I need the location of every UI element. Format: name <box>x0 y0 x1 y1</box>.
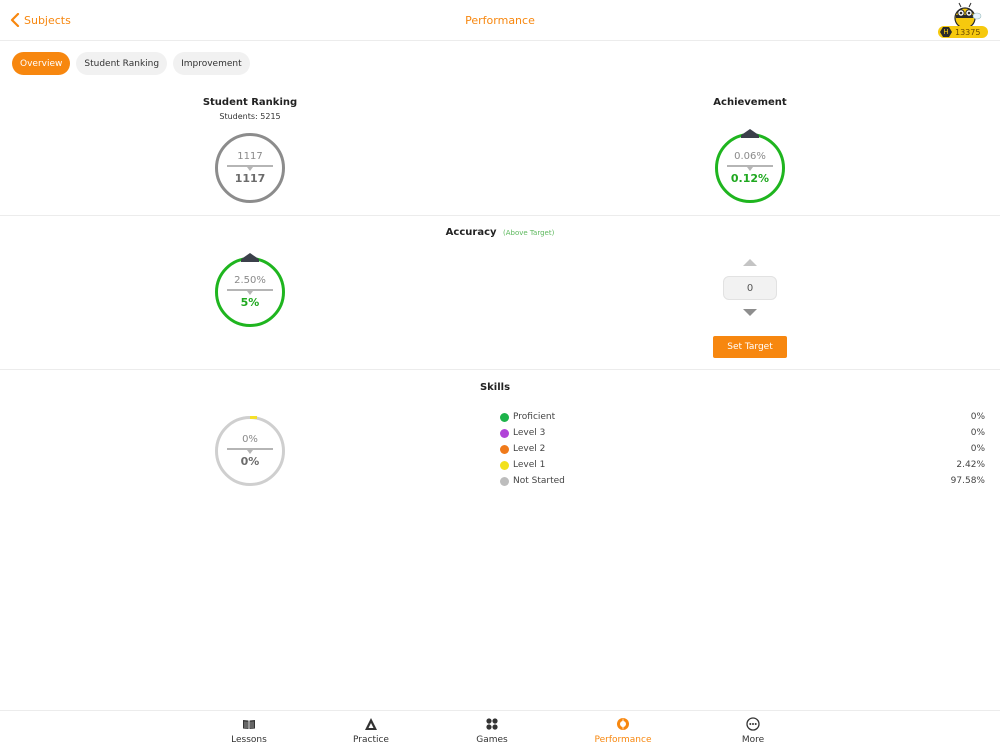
legend-item: Level 2 0% <box>500 441 985 457</box>
accuracy-gauge: 2.50% 5% <box>215 253 285 327</box>
coin-badge: H 13375 <box>938 26 988 38</box>
bottom-nav: Lessons Practice Games Performance More <box>0 710 1000 750</box>
legend-value: 2.42% <box>956 460 985 470</box>
level3-dot-icon <box>500 428 509 438</box>
legend-label: Level 3 <box>513 428 546 438</box>
level2-dot-icon <box>500 444 509 454</box>
nav-lessons[interactable]: Lessons <box>209 717 289 745</box>
more-icon <box>746 717 760 731</box>
accuracy-title: Accuracy <box>445 227 497 238</box>
legend-item: Level 3 0% <box>500 425 985 441</box>
tab-improvement[interactable]: Improvement <box>173 52 250 75</box>
ranking-students: Students: 5215 <box>219 112 281 121</box>
achievement-gauge: 0.06% 0.12% <box>715 129 785 203</box>
not-started-dot-icon <box>500 476 509 486</box>
ranking-gauge: 1117 1117 <box>215 133 285 203</box>
honeycomb-icon: H <box>940 27 952 37</box>
nav-performance[interactable]: Performance <box>583 717 663 745</box>
gauge-divider <box>727 165 773 171</box>
accuracy-previous: 2.50% <box>234 275 266 286</box>
gauge-divider <box>227 289 273 295</box>
nav-label: Lessons <box>231 735 267 745</box>
legend-value: 0% <box>970 444 985 454</box>
nav-label: Games <box>476 735 508 745</box>
section-divider <box>0 215 1000 216</box>
skills-gauge: 0% 0% <box>215 416 285 486</box>
games-icon <box>486 718 498 730</box>
accuracy-current: 5% <box>240 296 260 309</box>
ranking-title: Student Ranking <box>202 97 298 108</box>
page-title: Performance <box>465 14 535 27</box>
legend-value: 97.58% <box>950 476 985 486</box>
top-bar: Subjects Performance H 13375 <box>0 0 1000 41</box>
ranking-previous: 1117 <box>237 151 263 162</box>
accuracy-header: Accuracy (Above Target) <box>400 227 600 238</box>
increment-target-button[interactable] <box>743 259 757 266</box>
section-divider <box>0 369 1000 370</box>
book-icon <box>243 720 255 729</box>
skills-previous: 0% <box>242 434 258 445</box>
legend-label: Not Started <box>513 476 565 486</box>
skills-legend: Proficient 0% Level 3 0% Level 2 0% Leve… <box>500 409 985 489</box>
skills-title: Skills <box>479 382 511 393</box>
legend-item: Not Started 97.58% <box>500 473 985 489</box>
ranking-current: 1117 <box>234 172 266 185</box>
legend-value: 0% <box>970 412 985 422</box>
coin-count: 13375 <box>955 27 981 37</box>
tab-student-ranking[interactable]: Student Ranking <box>76 52 168 75</box>
trend-up-icon <box>241 253 259 262</box>
level1-arc <box>250 416 257 419</box>
proficient-dot-icon <box>500 412 509 422</box>
skills-current: 0% <box>240 455 260 468</box>
trend-up-icon <box>741 129 759 138</box>
gauge-divider <box>227 165 273 171</box>
nav-more[interactable]: More <box>713 717 793 745</box>
coin-balance[interactable]: H 13375 <box>938 2 992 40</box>
achievement-previous: 0.06% <box>734 151 766 162</box>
nav-label: Practice <box>353 735 389 745</box>
achievement-current: 0.12% <box>730 172 770 185</box>
set-target-button[interactable]: Set Target <box>713 336 787 358</box>
nav-practice[interactable]: Practice <box>331 717 411 745</box>
legend-label: Proficient <box>513 412 556 422</box>
legend-label: Level 1 <box>513 460 546 470</box>
legend-value: 0% <box>970 428 985 438</box>
segment-tabs: Overview Student Ranking Improvement <box>12 52 250 75</box>
triangle-icon <box>365 718 377 730</box>
performance-icon <box>617 717 629 731</box>
tab-overview[interactable]: Overview <box>12 52 71 75</box>
legend-label: Level 2 <box>513 444 546 454</box>
nav-label: Performance <box>594 735 652 745</box>
accuracy-status: (Above Target) <box>503 229 555 237</box>
decrement-target-button[interactable] <box>743 309 757 316</box>
nav-label: More <box>741 735 765 745</box>
gauge-divider <box>227 448 273 454</box>
nav-games[interactable]: Games <box>452 717 532 745</box>
target-input[interactable]: 0 <box>723 276 777 300</box>
level1-dot-icon <box>500 460 509 470</box>
legend-item: Proficient 0% <box>500 409 985 425</box>
achievement-title: Achievement <box>713 97 787 108</box>
legend-item: Level 1 2.42% <box>500 457 985 473</box>
